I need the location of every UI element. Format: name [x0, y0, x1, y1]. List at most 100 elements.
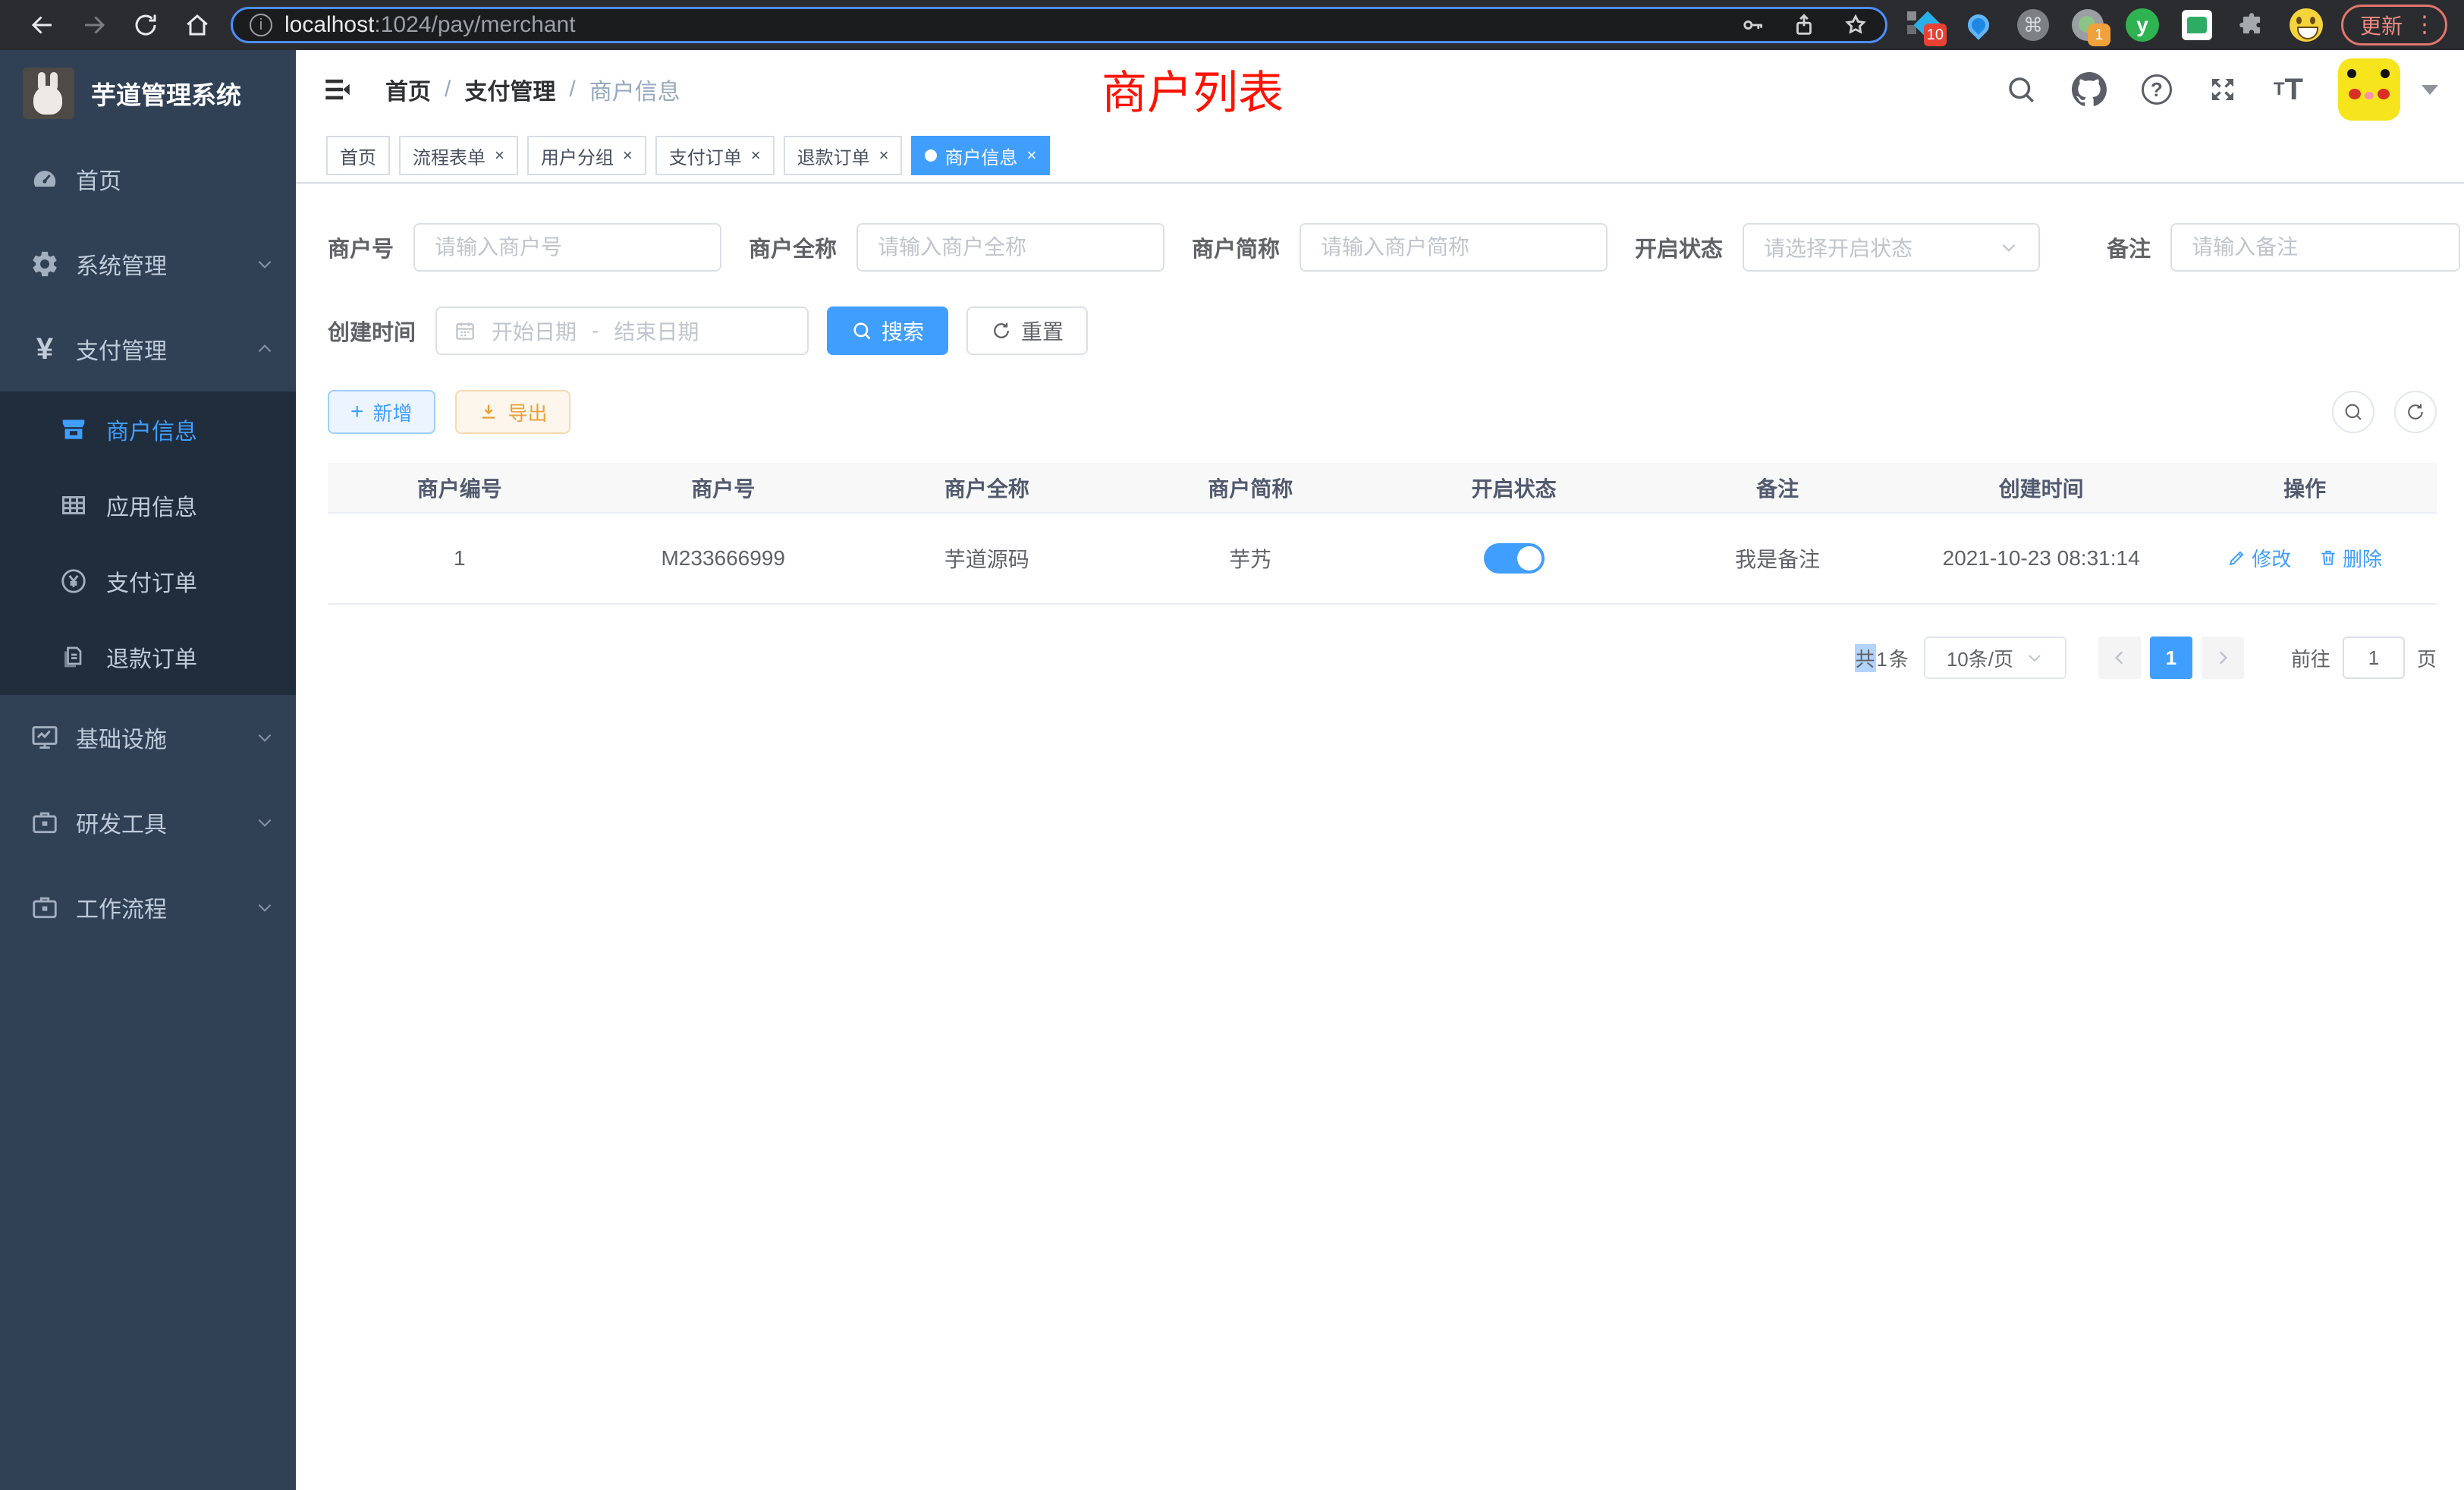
document-icon [56, 643, 91, 671]
page-unit-label: 页 [2417, 644, 2437, 672]
create-time-range-picker[interactable]: 开始日期 - 结束日期 [435, 306, 809, 355]
status-select[interactable]: 请选择开启状态 [1743, 223, 2040, 272]
store-icon [56, 415, 91, 444]
sidebar-item-refund-order[interactable]: 退款订单 [0, 619, 296, 695]
chevron-down-icon [255, 813, 275, 832]
short-name-input[interactable] [1300, 223, 1608, 272]
bookmark-star-icon[interactable] [1843, 12, 1868, 38]
page-number-button[interactable]: 1 [2150, 637, 2192, 679]
merchant-no-label: 商户号 [328, 231, 394, 263]
cell-merchant-no: M233666999 [591, 513, 854, 604]
browser-reload-icon[interactable] [130, 10, 161, 40]
tab-user-group[interactable]: 用户分组× [527, 136, 646, 175]
active-dot-icon [925, 149, 937, 162]
extension-diamond-icon[interactable]: 10 [1907, 8, 1941, 42]
status-toggle[interactable] [1484, 543, 1545, 574]
key-icon[interactable] [1740, 12, 1765, 38]
share-icon[interactable] [1791, 12, 1817, 38]
reset-button[interactable]: 重置 [966, 306, 1088, 355]
sidebar-toggle-icon[interactable] [322, 74, 354, 105]
sidebar-item-payment[interactable]: ¥ 支付管理 [0, 306, 296, 391]
breadcrumb-payment[interactable]: 支付管理 [464, 73, 555, 106]
export-button[interactable]: 导出 [455, 390, 570, 434]
breadcrumb-current: 商户信息 [589, 73, 680, 106]
url-bar[interactable]: i localhost:1024/pay/merchant [231, 7, 1887, 43]
close-icon[interactable]: × [751, 146, 761, 165]
filter-row-2: 创建时间 开始日期 - 结束日期 搜索 重置 [328, 306, 2437, 355]
extension-command-icon[interactable]: ⌘ [2016, 8, 2050, 42]
extension-chat-icon[interactable] [2180, 8, 2214, 42]
prev-page-button[interactable] [2098, 637, 2141, 679]
browser-forward-icon[interactable] [79, 10, 109, 40]
extension-pin-icon[interactable] [1962, 8, 1995, 42]
site-info-icon[interactable]: i [250, 14, 272, 36]
sidebar-item-system[interactable]: 系统管理 [0, 222, 296, 306]
search-button[interactable]: 搜索 [827, 306, 948, 355]
sidebar-item-home[interactable]: 首页 [0, 137, 296, 222]
extension-session-icon[interactable]: 1 [2071, 8, 2104, 42]
full-name-input[interactable] [856, 223, 1164, 272]
browser-back-icon[interactable] [27, 10, 58, 40]
app-logo-row[interactable]: 芋道管理系统 [0, 50, 296, 137]
extensions-puzzle-icon[interactable] [2235, 8, 2268, 42]
browser-update-button[interactable]: 更新 ⋮ [2341, 5, 2447, 46]
sidebar-item-infrastructure[interactable]: 基础设施 [0, 695, 296, 780]
chevron-down-icon [255, 728, 275, 747]
font-size-icon[interactable]: TT [2274, 73, 2303, 107]
avatar-caret-icon[interactable] [2422, 85, 2438, 95]
sidebar-item-dev-tools[interactable]: 研发工具 [0, 780, 296, 865]
sidebar-item-app-info[interactable]: 应用信息 [0, 467, 296, 543]
merchant-no-input[interactable] [413, 223, 721, 272]
cell-merchant-id: 1 [328, 513, 591, 604]
close-icon[interactable]: × [879, 146, 889, 165]
cell-full-name: 芋道源码 [855, 513, 1118, 604]
fullscreen-icon[interactable] [2207, 74, 2239, 105]
user-avatar[interactable] [2338, 58, 2400, 121]
calendar-icon [454, 319, 476, 342]
dashboard-icon [26, 164, 64, 194]
delete-link[interactable]: 删除 [2318, 544, 2382, 572]
top-navbar: 首页 / 支付管理 / 商户信息 ? TT [296, 50, 2464, 129]
breadcrumb-home[interactable]: 首页 [385, 73, 431, 106]
sidebar-item-pay-order[interactable]: 支付订单 [0, 543, 296, 619]
cell-status [1382, 513, 1645, 604]
tags-view-bar: 首页 流程表单× 用户分组× 支付订单× 退款订单× 商户信息× [296, 129, 2464, 184]
sidebar-item-workflow[interactable]: 工作流程 [0, 865, 296, 950]
remark-input[interactable] [2170, 223, 2460, 272]
close-icon[interactable]: × [623, 146, 633, 165]
goto-page-input[interactable] [2343, 637, 2405, 679]
page-size-select[interactable]: 10条/页 [1924, 637, 2066, 679]
github-icon[interactable] [2072, 72, 2107, 107]
browser-menu-icon[interactable]: ⋮ [2413, 18, 2436, 32]
extension-emoji-icon[interactable] [2290, 8, 2323, 42]
gear-icon [26, 249, 64, 279]
tab-refund-order[interactable]: 退款订单× [784, 136, 903, 175]
extension-badge: 10 [1924, 24, 1947, 46]
pagination: 共1条 10条/页 1 前往 页 [328, 637, 2437, 679]
close-icon[interactable]: × [1026, 146, 1036, 165]
yen-circle-icon [56, 567, 91, 596]
help-icon[interactable]: ? [2142, 74, 2172, 105]
tab-pay-order[interactable]: 支付订单× [655, 136, 775, 175]
close-icon[interactable]: × [495, 146, 504, 165]
tab-process-form[interactable]: 流程表单× [399, 136, 518, 175]
tab-home[interactable]: 首页 [326, 136, 390, 175]
refresh-table-button[interactable] [2394, 391, 2437, 433]
next-page-button[interactable] [2202, 637, 2244, 679]
tab-merchant-info[interactable]: 商户信息× [911, 136, 1050, 175]
show-search-toggle-button[interactable] [2332, 391, 2374, 433]
search-icon[interactable] [2005, 74, 2037, 105]
extension-y-icon[interactable]: y [2126, 8, 2159, 42]
browser-home-icon[interactable] [182, 10, 212, 40]
table-toolbar: + 新增 导出 [328, 390, 2437, 434]
edit-link[interactable]: 修改 [2227, 544, 2291, 572]
payment-submenu: 商户信息 应用信息 支付订单 退款订单 [0, 391, 296, 695]
briefcase-icon [26, 893, 64, 922]
chevron-down-icon [255, 254, 275, 274]
filter-row-1: 商户号 商户全称 商户简称 开启状态 请选择开启状态 [328, 223, 2437, 272]
sidebar-item-merchant-info[interactable]: 商户信息 [0, 391, 296, 467]
plus-icon: + [350, 399, 364, 425]
cell-create-time: 2021-10-23 08:31:14 [1909, 513, 2173, 604]
chevron-down-icon [1999, 237, 2019, 257]
add-button[interactable]: + 新增 [328, 390, 435, 434]
